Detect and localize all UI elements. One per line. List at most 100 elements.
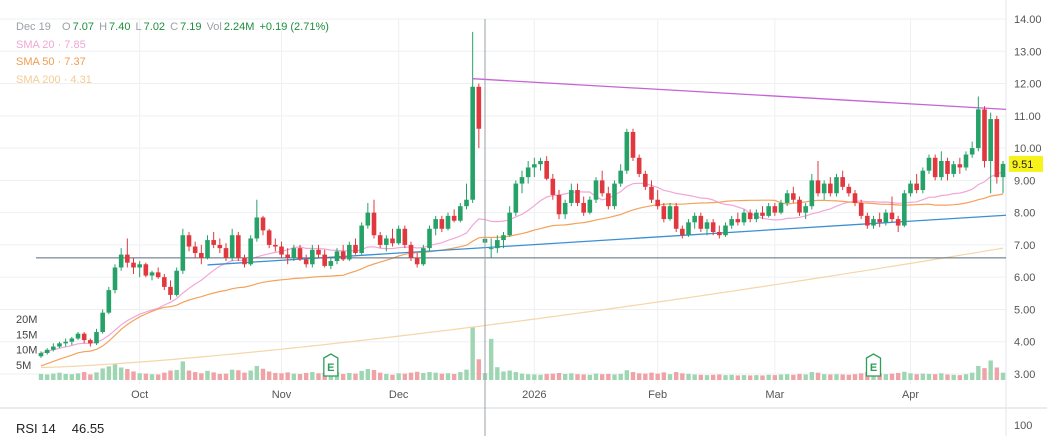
candle-body[interactable]	[858, 202, 864, 216]
candle-body[interactable]	[932, 157, 938, 178]
candle-body[interactable]	[297, 248, 303, 260]
candle-body[interactable]	[729, 219, 734, 226]
candle-body[interactable]	[476, 86, 482, 129]
candle-body[interactable]	[501, 235, 506, 241]
candle-body[interactable]	[772, 206, 778, 213]
candle-body[interactable]	[155, 272, 161, 278]
candle-body[interactable]	[550, 178, 556, 195]
candle-body[interactable]	[840, 177, 845, 187]
candle-body[interactable]	[507, 212, 512, 236]
candle-body[interactable]	[168, 286, 173, 295]
candle-body[interactable]	[458, 206, 463, 221]
candle-body[interactable]	[834, 177, 839, 194]
candle-body[interactable]	[562, 202, 568, 215]
candle-body[interactable]	[88, 340, 93, 344]
candle-body[interactable]	[630, 131, 636, 158]
candle-body[interactable]	[359, 225, 364, 253]
candle-body[interactable]	[347, 244, 352, 260]
candle-body[interactable]	[939, 161, 944, 178]
candle-body[interactable]	[569, 190, 574, 203]
candle-body[interactable]	[149, 272, 155, 276]
candle-body[interactable]	[544, 161, 549, 179]
candle-body[interactable]	[75, 333, 81, 339]
candle-body[interactable]	[791, 193, 796, 200]
candle-body[interactable]	[248, 238, 253, 265]
candle-body[interactable]	[735, 219, 741, 223]
candle-body[interactable]	[852, 193, 858, 203]
candle-body[interactable]	[310, 249, 315, 265]
candle-body[interactable]	[371, 212, 377, 236]
candle-body[interactable]	[778, 202, 784, 213]
candle-body[interactable]	[698, 215, 704, 229]
candle-body[interactable]	[692, 215, 697, 223]
candle-body[interactable]	[451, 215, 457, 221]
candle-body[interactable]	[100, 312, 105, 333]
candle-body[interactable]	[538, 161, 543, 165]
candle-body[interactable]	[260, 217, 266, 231]
rsi-legend[interactable]: RSI 14 46.55	[16, 421, 104, 436]
candle-body[interactable]	[908, 183, 913, 194]
candle-body[interactable]	[680, 228, 685, 236]
candle-body[interactable]	[408, 244, 414, 258]
candle-body[interactable]	[162, 277, 167, 287]
candle-body[interactable]	[236, 235, 241, 258]
candle-body[interactable]	[377, 235, 383, 245]
candle-body[interactable]	[902, 193, 907, 226]
candle-body[interactable]	[581, 202, 586, 213]
candle-body[interactable]	[273, 244, 278, 247]
candle-body[interactable]	[211, 240, 216, 245]
candle-body[interactable]	[445, 215, 451, 229]
candle-body[interactable]	[618, 170, 623, 184]
candle-body[interactable]	[125, 254, 130, 263]
candle-body[interactable]	[137, 264, 142, 268]
candle-body[interactable]	[982, 109, 987, 161]
candle-body[interactable]	[322, 254, 327, 266]
candle-body[interactable]	[889, 212, 895, 220]
candle-body[interactable]	[747, 212, 753, 220]
candle-body[interactable]	[205, 240, 210, 258]
candle-body[interactable]	[877, 219, 882, 223]
candle-body[interactable]	[519, 177, 525, 184]
candle-body[interactable]	[81, 333, 87, 341]
candle-body[interactable]	[556, 194, 562, 215]
candle-body[interactable]	[760, 212, 765, 216]
candle-body[interactable]	[963, 154, 969, 168]
candle-body[interactable]	[495, 240, 500, 249]
candle-body[interactable]	[643, 173, 648, 187]
candle-body[interactable]	[57, 343, 62, 347]
candle-body[interactable]	[180, 235, 186, 271]
candle-body[interactable]	[192, 246, 198, 253]
candle-body[interactable]	[421, 248, 426, 265]
candle-body[interactable]	[784, 193, 790, 203]
candle-body[interactable]	[199, 252, 204, 258]
candle-body[interactable]	[636, 157, 642, 174]
candle-body[interactable]	[723, 225, 728, 236]
candle-body[interactable]	[439, 219, 445, 229]
candle-body[interactable]	[433, 219, 438, 229]
candle-body[interactable]	[599, 180, 605, 194]
candle-body[interactable]	[988, 119, 993, 161]
candle-body[interactable]	[414, 257, 420, 265]
candle-body[interactable]	[686, 222, 691, 236]
candle-body[interactable]	[402, 228, 408, 245]
candle-body[interactable]	[94, 332, 99, 344]
candle-body[interactable]	[593, 180, 599, 200]
candle-body[interactable]	[316, 249, 321, 255]
candle-body[interactable]	[242, 257, 247, 265]
candle-body[interactable]	[131, 262, 136, 268]
candle-body[interactable]	[328, 261, 334, 266]
candle-body[interactable]	[365, 212, 371, 226]
candle-body[interactable]	[525, 167, 531, 178]
candle-body[interactable]	[809, 180, 815, 207]
candle-body[interactable]	[266, 230, 272, 245]
candle-body[interactable]	[464, 199, 469, 207]
candle-body[interactable]	[821, 183, 827, 194]
candle-body[interactable]	[118, 254, 124, 268]
candle-body[interactable]	[390, 238, 395, 244]
candle-body[interactable]	[741, 212, 747, 223]
candle-body[interactable]	[846, 186, 852, 194]
candle-body[interactable]	[945, 161, 950, 174]
candle-body[interactable]	[217, 244, 223, 249]
sma20-legend[interactable]: SMA 20 · 7.85	[16, 37, 331, 55]
candle-body[interactable]	[38, 353, 44, 357]
